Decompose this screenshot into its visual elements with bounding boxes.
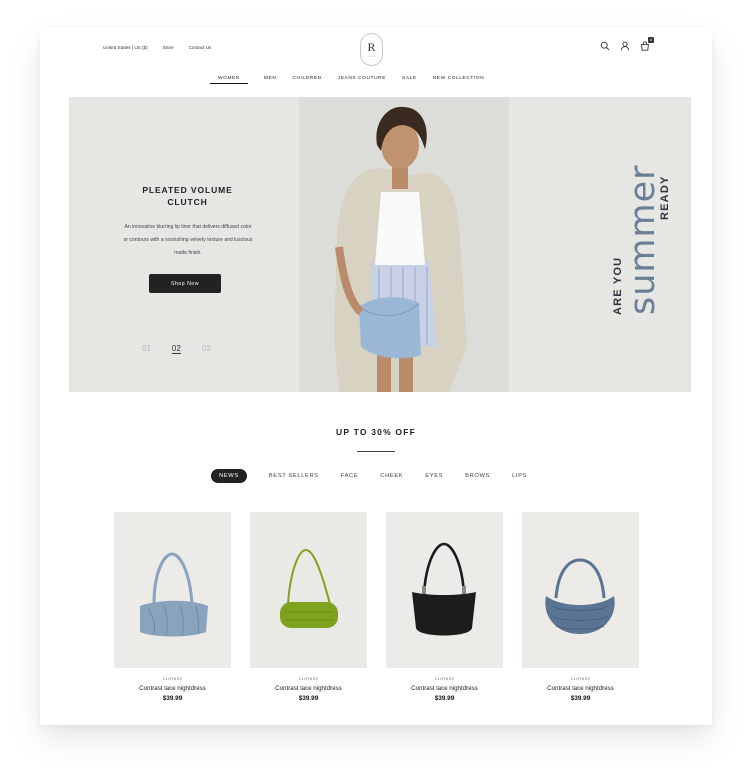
product-category: CLOTHES bbox=[570, 677, 591, 681]
header-actions: 0 bbox=[598, 37, 654, 53]
hero-page-02[interactable]: 02 bbox=[172, 344, 181, 353]
hero-description: An innovative blurring lip liner that de… bbox=[123, 224, 253, 256]
user-icon[interactable] bbox=[618, 39, 632, 53]
hero-title: PLEATED VOLUME CLUTCH bbox=[142, 185, 233, 207]
hero-pagination: 01 02 03 bbox=[142, 344, 211, 353]
brand-logo[interactable]: R ——— bbox=[360, 33, 383, 66]
page-card: United States | US ($) Store Contact Us … bbox=[40, 28, 712, 725]
product-price: $39.99 bbox=[570, 695, 591, 702]
product-image[interactable] bbox=[250, 512, 367, 668]
product-card[interactable]: CLOTHES Contrast lace nightdress $39.99 bbox=[386, 512, 503, 702]
tab-news[interactable]: NEWS bbox=[211, 469, 247, 483]
product-category: CLOTHES bbox=[298, 677, 319, 681]
tab-eyes[interactable]: EYES bbox=[425, 473, 443, 479]
product-name[interactable]: Contrast lace nightdress bbox=[522, 685, 639, 692]
region-selector-link[interactable]: United States | US ($) bbox=[103, 45, 148, 50]
product-category: CLOTHES bbox=[434, 677, 455, 681]
product-image[interactable] bbox=[386, 512, 503, 668]
hero-banner: PLEATED VOLUME CLUTCH An innovative blur… bbox=[69, 97, 691, 392]
nav-item-children[interactable]: CHILDREN bbox=[292, 76, 321, 84]
nav-item-sale[interactable]: SALE bbox=[402, 76, 417, 84]
search-icon[interactable] bbox=[598, 39, 612, 53]
contact-link[interactable]: Contact Us bbox=[189, 45, 212, 50]
product-price: $39.99 bbox=[162, 695, 183, 702]
product-category: CLOTHES bbox=[162, 677, 183, 681]
shop-now-button[interactable]: Shop Now bbox=[149, 274, 221, 293]
tab-best-sellers[interactable]: BEST SELLERS bbox=[269, 473, 319, 479]
topbar-links: United States | US ($) Store Contact Us bbox=[103, 45, 211, 50]
cart-count-badge: 0 bbox=[648, 37, 654, 43]
product-card[interactable]: CLOTHES Contrast lace nightdress $39.99 bbox=[250, 512, 367, 702]
product-card[interactable]: CLOTHES Contrast lace nightdress $39.99 bbox=[522, 512, 639, 702]
store-link[interactable]: Store bbox=[163, 45, 174, 50]
hero-side-text-summer: summer bbox=[623, 164, 663, 315]
product-grid: CLOTHES Contrast lace nightdress $39.99 … bbox=[114, 512, 639, 702]
nav-item-women[interactable]: WOMEN bbox=[210, 76, 248, 84]
product-name[interactable]: Contrast lace nightdress bbox=[114, 685, 231, 692]
tab-brows[interactable]: BROWS bbox=[465, 473, 490, 479]
product-price: $39.99 bbox=[298, 695, 319, 702]
product-image[interactable] bbox=[522, 512, 639, 668]
hero-page-01[interactable]: 01 bbox=[142, 344, 151, 353]
nav-item-men[interactable]: MEN bbox=[264, 76, 276, 84]
category-tabs: NEWS BEST SELLERS FACE CHEEK EYES BROWS … bbox=[211, 469, 527, 483]
cart-icon[interactable]: 0 bbox=[638, 37, 654, 53]
tab-face[interactable]: FACE bbox=[341, 473, 359, 479]
product-image[interactable] bbox=[114, 512, 231, 668]
product-name[interactable]: Contrast lace nightdress bbox=[250, 685, 367, 692]
nav-item-jeans-couture[interactable]: JEANS COUTURE bbox=[338, 76, 386, 84]
hero-side-text-are-you: ARE YOU bbox=[612, 256, 624, 315]
product-card[interactable]: CLOTHES Contrast lace nightdress $39.99 bbox=[114, 512, 231, 702]
logo-letter: R bbox=[367, 40, 376, 54]
tab-cheek[interactable]: CHEEK bbox=[380, 473, 403, 479]
logo-mark-line: ——— bbox=[367, 55, 376, 58]
hero-model-image bbox=[299, 97, 509, 392]
product-price: $39.99 bbox=[434, 695, 455, 702]
promo-heading: UP TO 30% OFF bbox=[336, 427, 416, 437]
promo-divider bbox=[357, 451, 395, 452]
tab-lips[interactable]: LIPS bbox=[512, 473, 527, 479]
nav-item-new-collection[interactable]: NEW COLLECTION bbox=[433, 76, 485, 84]
main-nav: WOMEN MEN CHILDREN JEANS COUTURE SALE NE… bbox=[210, 76, 485, 84]
hero-page-03[interactable]: 03 bbox=[202, 344, 211, 353]
product-name[interactable]: Contrast lace nightdress bbox=[386, 685, 503, 692]
